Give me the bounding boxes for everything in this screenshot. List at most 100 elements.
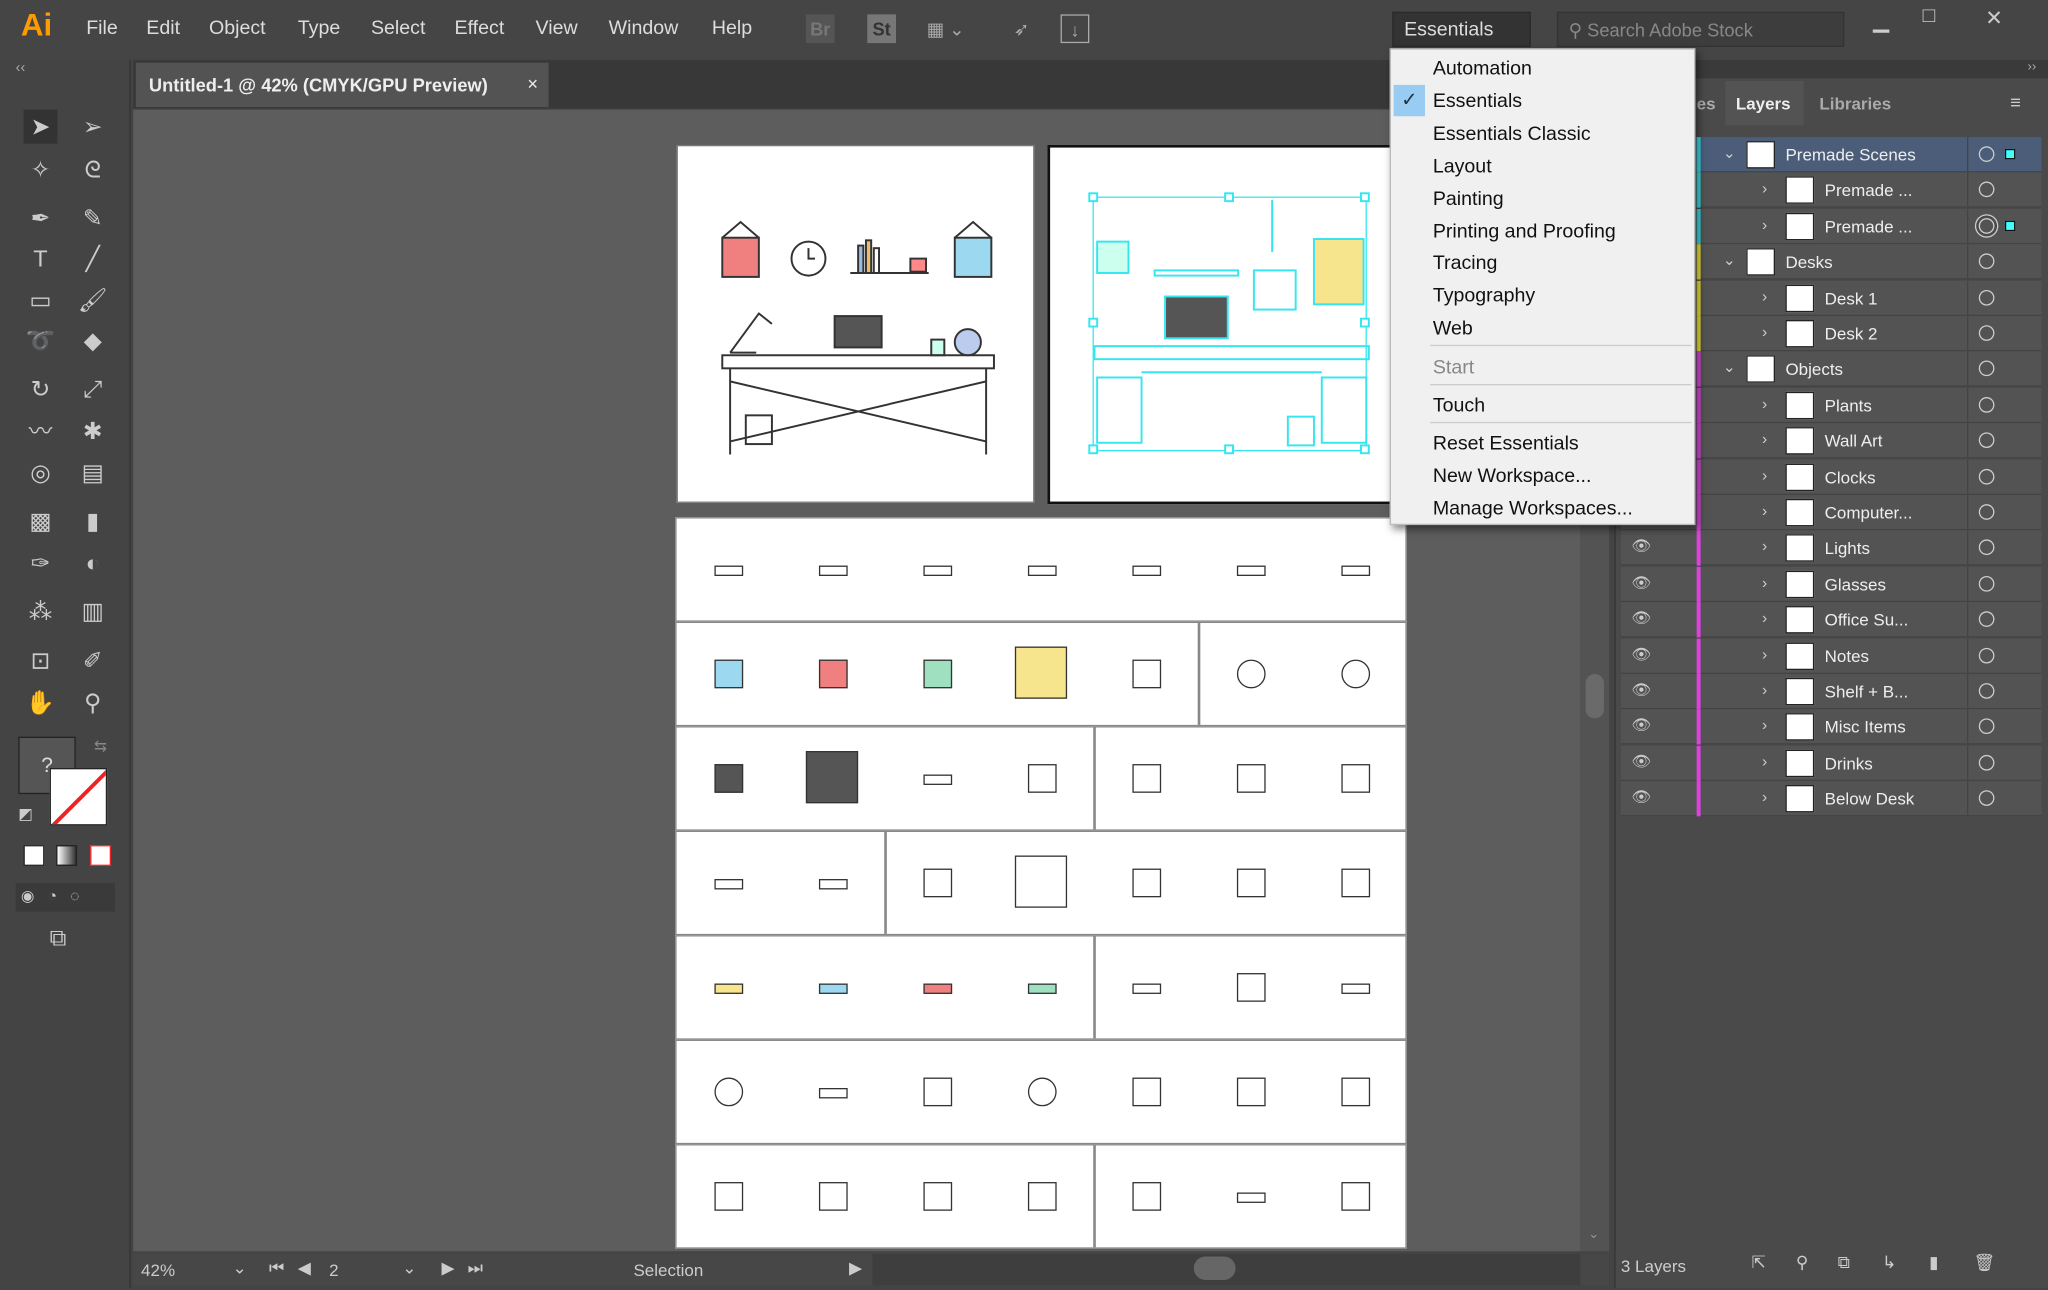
target-circle-icon[interactable]: [1978, 360, 1995, 377]
chevron-right-icon[interactable]: ›: [1762, 430, 1767, 448]
document-tab[interactable]: Untitled-1 @ 42% (CMYK/GPU Preview) ×: [135, 62, 549, 108]
new-layer-icon[interactable]: ▮: [1929, 1253, 1938, 1274]
zoom-level[interactable]: 42%: [141, 1260, 175, 1280]
target-circle-icon[interactable]: [1978, 575, 1995, 592]
menu-file[interactable]: File: [86, 17, 118, 39]
curvature-tool-icon[interactable]: ✎: [76, 201, 110, 235]
target-circle-icon[interactable]: [1978, 468, 1995, 485]
target-circle-icon[interactable]: [1978, 396, 1995, 413]
target-circle-icon[interactable]: [1978, 683, 1995, 699]
chevron-right-icon[interactable]: ›: [1762, 573, 1767, 591]
horizontal-scrollbar[interactable]: [872, 1253, 1581, 1286]
delete-layer-icon[interactable]: 🗑: [1974, 1253, 1996, 1274]
workspace-essentials[interactable]: Essentials: [1433, 90, 1522, 112]
target-circle-icon[interactable]: [1978, 146, 1995, 162]
gradient-mode-icon[interactable]: [56, 845, 78, 866]
layer-name[interactable]: Desks: [1785, 252, 1832, 272]
workspace-touch[interactable]: Touch: [1433, 394, 1485, 416]
menu-edit[interactable]: Edit: [146, 17, 180, 39]
eraser-tool-icon[interactable]: ◆: [76, 324, 110, 358]
workspace-essentials-classic[interactable]: Essentials Classic: [1433, 123, 1591, 145]
layer-name[interactable]: Premade ...: [1825, 217, 1913, 237]
zoom-tool-icon[interactable]: ⚲: [76, 686, 110, 720]
layer-row[interactable]: 👁 › Notes: [1620, 638, 2042, 674]
lasso-tool-icon[interactable]: ᘓ: [76, 153, 110, 187]
workspace-printing-proofing[interactable]: Printing and Proofing: [1433, 221, 1616, 243]
layer-name[interactable]: Notes: [1825, 646, 1869, 666]
chevron-right-icon[interactable]: ›: [1762, 179, 1767, 197]
chevron-right-icon[interactable]: ›: [1762, 287, 1767, 305]
scale-tool-icon[interactable]: ⤢: [76, 372, 110, 406]
target-circle-icon[interactable]: [1978, 253, 1995, 270]
chevron-right-icon[interactable]: ›: [1762, 680, 1767, 698]
blend-tool-icon[interactable]: ◐: [76, 546, 110, 580]
stroke-swatch[interactable]: [49, 767, 108, 826]
target-circle-icon[interactable]: [1978, 217, 1995, 234]
maximize-button[interactable]: □: [1923, 5, 1936, 29]
objects-artboard-row[interactable]: [675, 1144, 1407, 1249]
puppet-warp-tool-icon[interactable]: ✱: [76, 414, 110, 448]
layer-row[interactable]: 👁 › Drinks: [1620, 745, 2042, 781]
target-circle-icon[interactable]: [1978, 539, 1995, 556]
arrange-documents-icon[interactable]: ▦ ⌄: [922, 14, 969, 43]
visibility-eye-icon[interactable]: 👁: [1631, 788, 1651, 806]
layer-name[interactable]: Shelf + B...: [1825, 682, 1909, 702]
chevron-right-icon[interactable]: ›: [1762, 609, 1767, 627]
target-circle-icon[interactable]: [1978, 790, 1995, 807]
last-artboard-button[interactable]: ⏭: [468, 1258, 483, 1279]
color-mode-icon[interactable]: [23, 845, 45, 866]
collect-export-icon[interactable]: ⇱: [1752, 1253, 1766, 1274]
visibility-eye-icon[interactable]: 👁: [1631, 609, 1651, 627]
layer-row[interactable]: 👁 › Misc Items: [1620, 709, 2042, 745]
shape-builder-tool-icon[interactable]: ◎: [24, 456, 58, 490]
layer-name[interactable]: Plants: [1825, 395, 1872, 415]
mesh-tool-icon[interactable]: ▩: [24, 504, 58, 538]
menu-window[interactable]: Window: [609, 17, 679, 39]
tab-libraries[interactable]: Libraries: [1809, 81, 1902, 125]
chevron-right-icon[interactable]: ›: [1762, 645, 1767, 663]
warp-tool-icon[interactable]: 〰: [24, 414, 58, 448]
workspace-web[interactable]: Web: [1433, 317, 1473, 339]
objects-artboard-row[interactable]: [675, 517, 1407, 622]
gradient-tool-icon[interactable]: ▮: [76, 504, 110, 538]
first-artboard-button[interactable]: ⏮: [269, 1258, 284, 1279]
layer-name[interactable]: Below Desk: [1825, 789, 1915, 809]
default-colors-icon[interactable]: ◩: [18, 805, 33, 823]
chevron-down-icon[interactable]: ⌄: [1723, 358, 1736, 376]
chevron-right-icon[interactable]: ›: [1762, 752, 1767, 770]
visibility-eye-icon[interactable]: 👁: [1631, 716, 1651, 734]
tab-layers[interactable]: Layers: [1725, 80, 1804, 126]
menu-type[interactable]: Type: [298, 17, 340, 39]
workspace-typography[interactable]: Typography: [1433, 285, 1535, 307]
artboard-number[interactable]: 2: [329, 1260, 338, 1280]
paintbrush-tool-icon[interactable]: 🖌: [76, 283, 110, 317]
magic-wand-tool-icon[interactable]: ✧: [24, 153, 58, 187]
hand-tool-icon[interactable]: ✋: [24, 686, 58, 720]
close-tab-button[interactable]: ×: [527, 73, 538, 94]
horizontal-scroll-thumb[interactable]: [1193, 1256, 1236, 1280]
layer-row[interactable]: 👁 › Office Su...: [1620, 602, 2042, 638]
graph-tool-icon[interactable]: ▥: [76, 594, 110, 628]
visibility-eye-icon[interactable]: 👁: [1631, 680, 1651, 698]
layer-name[interactable]: Premade ...: [1825, 181, 1913, 201]
reset-essentials[interactable]: Reset Essentials: [1433, 432, 1579, 454]
scroll-thumb[interactable]: [1585, 673, 1604, 719]
chevron-right-icon[interactable]: ›: [1762, 323, 1767, 341]
objects-artboard-row[interactable]: [675, 935, 1407, 1040]
layer-row[interactable]: 👁 › Below Desk: [1620, 781, 2042, 817]
selection-indicator[interactable]: [2004, 220, 2016, 231]
symbol-sprayer-tool-icon[interactable]: ⁂: [24, 594, 58, 628]
chevron-right-icon[interactable]: ›: [1762, 788, 1767, 806]
workspace-painting[interactable]: Painting: [1433, 188, 1504, 210]
locate-object-icon[interactable]: ⚲: [1796, 1253, 1808, 1274]
target-circle-icon[interactable]: [1978, 611, 1995, 628]
target-circle-icon[interactable]: [1978, 504, 1995, 520]
target-circle-icon[interactable]: [1978, 647, 1995, 663]
perspective-grid-tool-icon[interactable]: ▤: [76, 456, 110, 490]
swap-colors-icon[interactable]: ⇆: [94, 737, 107, 755]
scroll-down-icon[interactable]: ⌄: [1588, 1228, 1599, 1242]
target-circle-icon[interactable]: [1978, 182, 1995, 198]
status-menu-icon[interactable]: ▶: [849, 1258, 862, 1279]
rotate-tool-icon[interactable]: ↻: [24, 372, 58, 406]
selection-indicator[interactable]: [2004, 148, 2016, 160]
